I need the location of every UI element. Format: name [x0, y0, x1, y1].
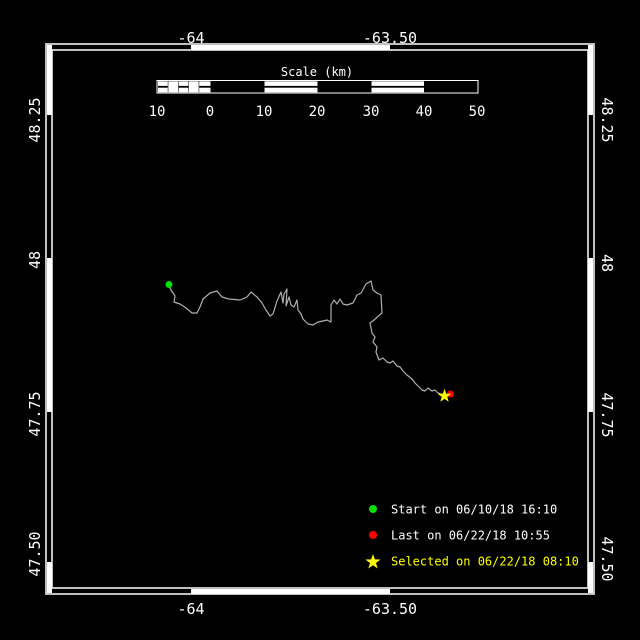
- frame-band-left: [47, 258, 52, 412]
- scalebar-number: 30: [363, 104, 380, 120]
- scalebar-segment-line: [199, 85, 211, 88]
- start-marker[interactable]: [165, 281, 173, 288]
- track-map-canvas: Scale (km) 10 0 10 20 30 40 50 -64 -63.50 -64 -63…: [26, 29, 616, 618]
- scalebar-segment-line: [158, 85, 168, 88]
- frame-band-left: [47, 562, 52, 593]
- lon-label-top: -63.50: [363, 29, 417, 47]
- scalebar-number: 40: [416, 104, 433, 120]
- scalebar-number: 50: [469, 104, 486, 120]
- scalebar-title: Scale (km): [281, 65, 353, 79]
- lat-label-right: 47.50: [598, 536, 616, 581]
- scalebar-labels: 10 0 10 20 30 40 50: [149, 104, 486, 120]
- scalebar-number: 10: [149, 104, 166, 120]
- legend: Start on 06/10/18 16:10 Last on 06/22/18 …: [365, 503, 579, 569]
- lon-label-bottom: -64: [177, 600, 204, 618]
- legend-label: Selected on 06/22/18 08:10: [391, 555, 579, 569]
- legend-marker-star: [365, 554, 381, 569]
- legend-label: Last on 06/22/18 10:55: [391, 529, 550, 543]
- frame-band-right: [588, 258, 593, 412]
- scalebar-segment: [188, 81, 199, 93]
- lat-label-left: 47.75: [26, 391, 44, 436]
- scalebar-segment-line: [371, 85, 424, 88]
- lat-label-left: 47.50: [26, 531, 44, 576]
- lat-label-right: 48.25: [598, 97, 616, 142]
- legend-item: Last on 06/22/18 10:55: [369, 529, 550, 543]
- lat-label-left: 48.25: [26, 97, 44, 142]
- lon-label-top: -64: [177, 29, 204, 47]
- frame-band-right: [588, 45, 593, 115]
- legend-label: Start on 06/10/18 16:10: [391, 503, 557, 517]
- scalebar-number: 10: [256, 104, 273, 120]
- frame-band-right: [588, 562, 593, 593]
- scalebar-segment-line: [264, 85, 318, 88]
- lat-label-right: 47.75: [598, 392, 616, 437]
- scalebar-number: 20: [309, 104, 326, 120]
- scalebar-number: 0: [206, 104, 214, 120]
- legend-marker-circle-1: [369, 531, 377, 539]
- frame-band-top: [191, 45, 390, 50]
- scalebar: Scale (km) 10 0 10 20 30 40 50: [149, 65, 486, 120]
- lon-label-bottom: -63.50: [363, 600, 417, 618]
- scalebar-segment-line: [178, 85, 189, 88]
- legend-item: Start on 06/10/18 16:10: [369, 503, 557, 517]
- lat-label-right: 48: [598, 254, 616, 272]
- frame-band-bottom: [191, 589, 390, 594]
- scalebar-segment: [168, 81, 179, 93]
- track-path[interactable]: [168, 280, 446, 396]
- track-group: [165, 280, 454, 402]
- frame-band-left: [47, 45, 52, 115]
- lat-label-left: 48: [26, 251, 44, 269]
- legend-marker-circle-0: [369, 505, 377, 513]
- legend-item: Selected on 06/22/18 08:10: [365, 554, 579, 569]
